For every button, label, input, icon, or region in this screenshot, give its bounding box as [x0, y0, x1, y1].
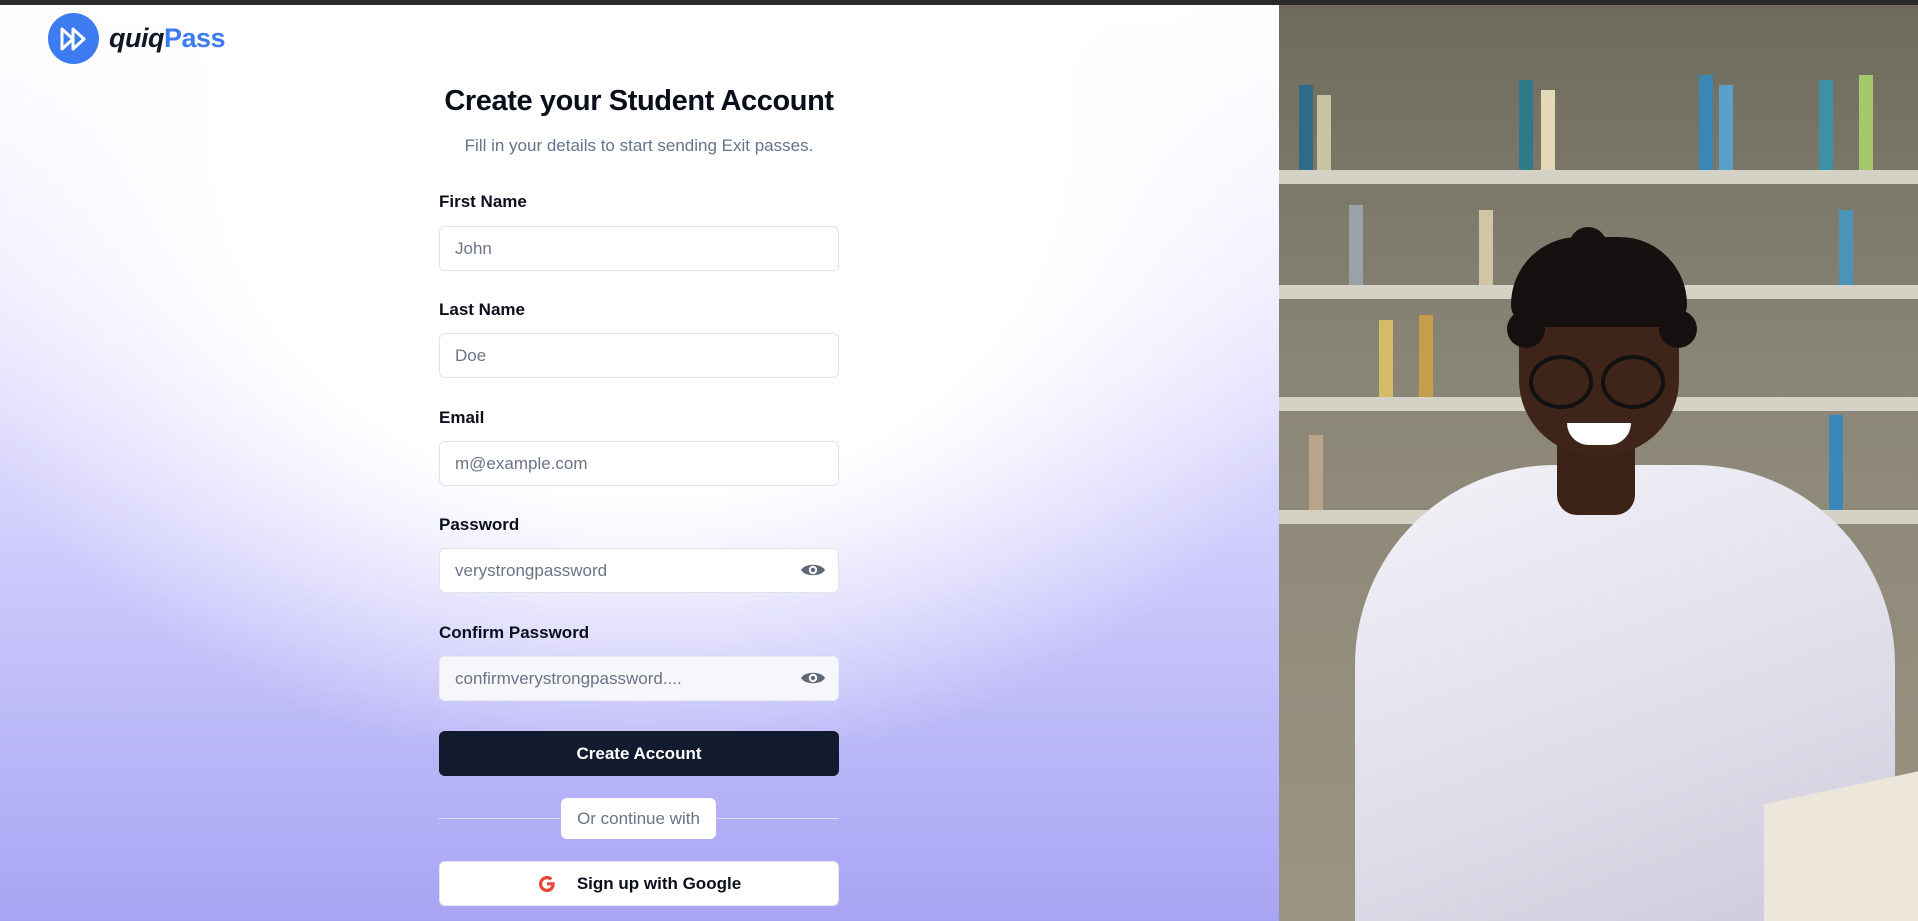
- glasses: [1601, 355, 1665, 409]
- email-input[interactable]: [440, 442, 795, 485]
- book: [1379, 320, 1393, 397]
- first-name-field-box: [439, 226, 839, 271]
- password-input[interactable]: [440, 549, 795, 592]
- book: [1819, 80, 1833, 170]
- signup-panel: quiqPass Create your Student Account Fil…: [0, 5, 1279, 921]
- page-subtitle: Fill in your details to start sending Ex…: [464, 136, 814, 155]
- book: [1829, 415, 1843, 510]
- google-icon: [537, 874, 557, 894]
- confirm-password-field-box: [439, 656, 839, 701]
- book: [1309, 435, 1323, 510]
- hair-bun: [1529, 267, 1567, 305]
- book: [1699, 75, 1713, 170]
- eye-icon[interactable]: [800, 560, 826, 580]
- create-account-button[interactable]: Create Account: [439, 731, 839, 776]
- email-field-box: [439, 441, 839, 486]
- book: [1839, 210, 1853, 285]
- shelf: [1279, 170, 1918, 184]
- hair-bun: [1659, 310, 1697, 348]
- hair-bun: [1507, 310, 1545, 348]
- google-signup-label: Sign up with Google: [576, 873, 742, 893]
- divider-text: Or continue with: [561, 798, 716, 839]
- book: [1299, 85, 1313, 170]
- brand-name-part2: Pass: [163, 23, 226, 53]
- book: [1719, 85, 1733, 170]
- confirm-password-label: Confirm Password: [439, 623, 590, 642]
- book: [1349, 205, 1363, 285]
- brand-name-part1: quiq: [109, 23, 164, 53]
- first-name-input[interactable]: [440, 227, 795, 270]
- book: [1479, 210, 1493, 285]
- student-photo: [1279, 5, 1918, 921]
- page-title: Create your Student Account: [444, 85, 834, 117]
- last-name-input[interactable]: [440, 334, 795, 377]
- book: [1859, 75, 1873, 170]
- hair-bun: [1569, 227, 1607, 265]
- book: [1519, 80, 1533, 170]
- email-label: Email: [439, 408, 485, 427]
- hair-bun: [1634, 267, 1672, 305]
- book: [1541, 90, 1555, 170]
- book: [1317, 95, 1331, 170]
- book: [1419, 315, 1433, 397]
- password-field-box: [439, 548, 839, 593]
- brand-name: quiqPass: [109, 23, 226, 54]
- brand-logo[interactable]: quiqPass: [48, 13, 226, 64]
- glasses: [1529, 355, 1593, 409]
- first-name-label: First Name: [439, 192, 527, 211]
- password-label: Password: [439, 515, 520, 534]
- google-signup-button[interactable]: Sign up with Google: [439, 861, 839, 906]
- last-name-field-box: [439, 333, 839, 378]
- fast-forward-icon: [48, 13, 99, 64]
- confirm-password-input[interactable]: [440, 657, 795, 700]
- last-name-label: Last Name: [439, 300, 525, 319]
- eye-icon[interactable]: [800, 668, 826, 688]
